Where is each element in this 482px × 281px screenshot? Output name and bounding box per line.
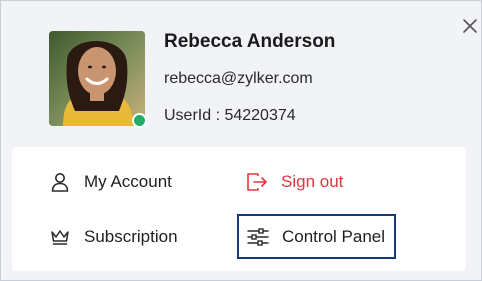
- avatar-container: [49, 31, 147, 128]
- control-panel-button[interactable]: Control Panel: [237, 214, 396, 259]
- avatar[interactable]: [49, 31, 145, 126]
- subscription-button[interactable]: Subscription: [49, 224, 178, 250]
- avatar-photo: [49, 31, 145, 126]
- close-icon: [463, 19, 477, 33]
- close-button[interactable]: [459, 15, 481, 37]
- control-panel-label: Control Panel: [282, 226, 386, 246]
- crown-icon: [49, 226, 71, 248]
- presence-status-indicator: [132, 113, 147, 128]
- account-menu: My Account Sign out Subscription Control…: [12, 147, 466, 271]
- sliders-icon: [247, 226, 269, 248]
- profile-user-id: UserId : 54220374: [164, 107, 296, 124]
- my-account-button[interactable]: My Account: [49, 169, 172, 195]
- profile-name: Rebecca Anderson: [164, 31, 336, 52]
- profile-popover: Rebecca Anderson rebecca@zylker.com User…: [0, 0, 482, 281]
- profile-email: rebecca@zylker.com: [164, 70, 313, 87]
- sign-out-label: Sign out: [281, 172, 344, 191]
- sign-out-button[interactable]: Sign out: [246, 169, 343, 195]
- subscription-label: Subscription: [84, 227, 178, 246]
- person-icon: [49, 171, 71, 193]
- my-account-label: My Account: [84, 172, 172, 191]
- sign-out-icon: [246, 171, 268, 193]
